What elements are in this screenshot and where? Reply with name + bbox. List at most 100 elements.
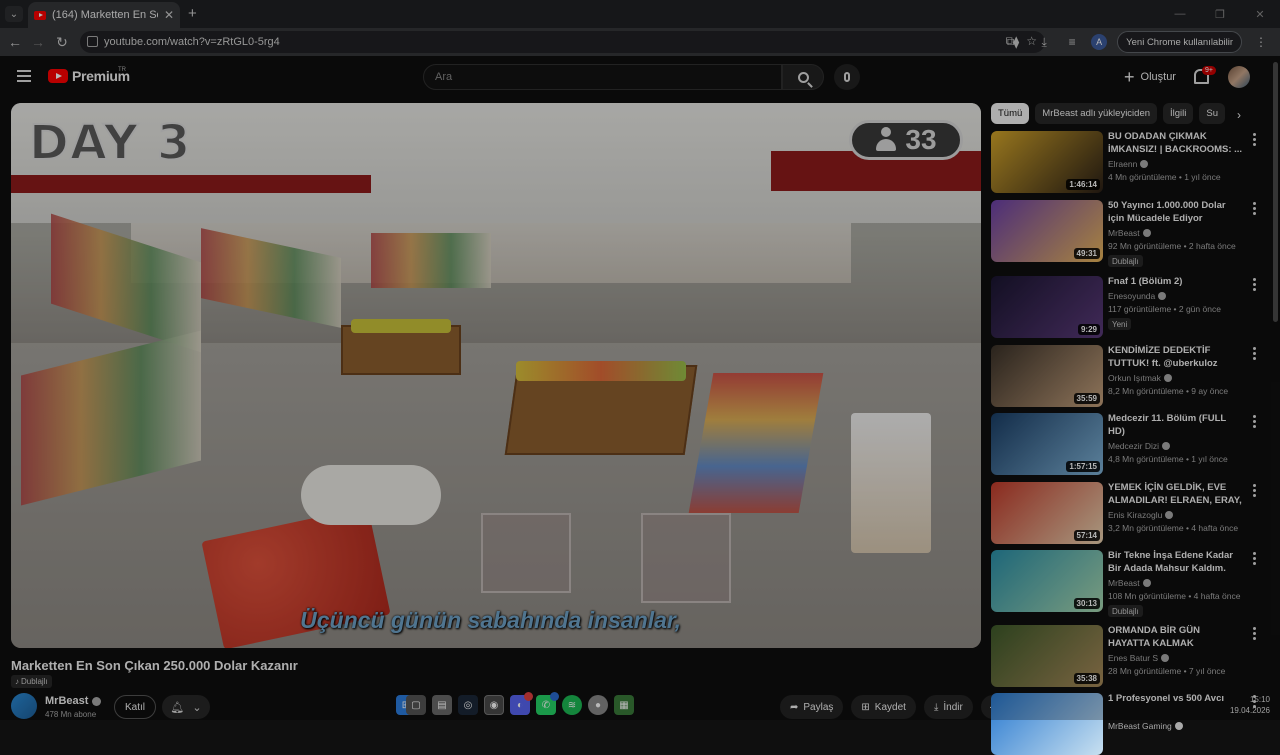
filter-chip[interactable]: Su bbox=[1199, 103, 1226, 124]
site-info-icon[interactable] bbox=[87, 36, 98, 47]
recommendation-title[interactable]: Fnaf 1 (Bölüm 2) bbox=[1108, 276, 1243, 289]
media-control-icon[interactable]: ≡ bbox=[1063, 33, 1081, 51]
recommendation-item[interactable]: 1 Profesyonel vs 500 Avcı MrBeast Gaming bbox=[991, 693, 1266, 755]
save-button[interactable]: ⊞ Kaydet bbox=[851, 695, 916, 719]
channel-label: MrBeast bbox=[1108, 578, 1140, 588]
video-thumbnail[interactable]: 1:57:15 bbox=[991, 413, 1103, 475]
profile-avatar[interactable]: A bbox=[1091, 34, 1108, 50]
video-thumbnail[interactable]: 49:31 bbox=[991, 200, 1103, 262]
recommendation-channel[interactable]: Enis Kirazoglu bbox=[1108, 510, 1174, 520]
discord-icon[interactable]: ◐ bbox=[510, 692, 533, 715]
subscribed-button[interactable]: 🔔︎ ⌄ bbox=[162, 695, 210, 719]
recommendation-channel[interactable]: Orkun Işıtmak bbox=[1108, 373, 1172, 383]
minimize-icon[interactable]: — bbox=[1160, 0, 1200, 28]
channel-avatar[interactable] bbox=[11, 693, 37, 719]
more-options-icon[interactable] bbox=[1251, 278, 1257, 291]
recommendation-item[interactable]: 49:31 50 Yayıncı 1.000.000 Dolar için Müc… bbox=[991, 200, 1266, 267]
extensions-icon[interactable]: ⧫ bbox=[1007, 33, 1025, 51]
channel-label: MrBeast bbox=[1108, 228, 1140, 238]
video-thumbnail[interactable]: 35:59 bbox=[991, 345, 1103, 407]
filter-chip[interactable]: MrBeast adlı yükleyiciden bbox=[1035, 103, 1158, 124]
app-icon[interactable]: ● bbox=[588, 695, 608, 715]
reload-icon[interactable]: ↻ bbox=[51, 31, 73, 53]
store-icon[interactable]: ▤ bbox=[432, 695, 452, 715]
chrome-update-button[interactable]: Yeni Chrome kullanılabilir bbox=[1117, 31, 1242, 53]
chrome-menu-icon[interactable]: ⋮ bbox=[1252, 33, 1270, 51]
maximize-icon[interactable]: ❐ bbox=[1200, 0, 1240, 28]
filter-chip[interactable]: Tümü bbox=[991, 103, 1030, 124]
recommendation-title[interactable]: ORMANDA BİR GÜN HAYATTA KALMAK #DoğayaKa… bbox=[1108, 625, 1243, 650]
more-options-icon[interactable] bbox=[1251, 415, 1257, 428]
system-clock[interactable]: 15:10 19.04.2026 bbox=[1226, 694, 1270, 716]
plus-icon: + bbox=[1124, 67, 1135, 87]
back-icon[interactable]: ← bbox=[4, 31, 26, 53]
recommendation-item[interactable]: 1:46:14 BU ODADAN ÇIKMAK İMKANSIZ! | BACK… bbox=[991, 131, 1266, 193]
downloads-icon[interactable]: ⤓ bbox=[1035, 33, 1053, 51]
more-options-icon[interactable] bbox=[1251, 484, 1257, 497]
youtube-logo[interactable]: Premium TR bbox=[48, 67, 130, 84]
recommendation-channel[interactable]: Enesoyunda bbox=[1108, 291, 1167, 301]
recommendation-channel[interactable]: MrBeast Gaming bbox=[1108, 721, 1183, 731]
video-thumbnail[interactable] bbox=[991, 693, 1103, 755]
recommendation-title[interactable]: Medcezir 11. Bölüm (FULL HD) bbox=[1108, 413, 1243, 438]
recommendation-title[interactable]: YEMEK İÇİN GELDİK, EVE ALMADILAR! ELRAEN… bbox=[1108, 482, 1243, 507]
video-thumbnail[interactable]: 9:29 bbox=[991, 276, 1103, 338]
bell-icon: 🔔︎ bbox=[170, 701, 185, 714]
more-options-icon[interactable] bbox=[1251, 552, 1257, 565]
verified-icon bbox=[1162, 442, 1171, 450]
spotify-icon[interactable]: ≋ bbox=[562, 695, 582, 715]
search-input[interactable]: Ara bbox=[423, 64, 782, 90]
recommendation-item[interactable]: 35:38 ORMANDA BİR GÜN HAYATTA KALMAK #Doğ… bbox=[991, 625, 1266, 687]
video-thumbnail[interactable]: 30:13 bbox=[991, 550, 1103, 612]
recommendation-title[interactable]: Bir Tekne İnşa Edene Kadar Bir Adada Mah… bbox=[1108, 550, 1243, 575]
recommendation-item[interactable]: 35:59 KENDİMİZE DEDEKTİF TUTTUK! ft. @ube… bbox=[991, 345, 1266, 407]
recommendation-title[interactable]: KENDİMİZE DEDEKTİF TUTTUK! ft. @uberkulo… bbox=[1108, 345, 1243, 370]
share-button[interactable]: ➦ Paylaş bbox=[780, 695, 844, 719]
recommendation-channel[interactable]: MrBeast bbox=[1108, 228, 1151, 238]
search-button[interactable] bbox=[782, 64, 824, 90]
verified-icon bbox=[1174, 722, 1183, 730]
recommendation-title[interactable]: 50 Yayıncı 1.000.000 Dolar için Mücadele… bbox=[1108, 200, 1243, 225]
new-tab-icon[interactable]: + bbox=[188, 5, 197, 22]
recommendation-title[interactable]: 1 Profesyonel vs 500 Avcı bbox=[1108, 693, 1243, 706]
join-button[interactable]: Katıl bbox=[114, 695, 156, 719]
browser-tab[interactable]: (164) Marketten En Son Çıkan 2 ✕ bbox=[28, 2, 180, 28]
video-thumbnail[interactable]: 57:14 bbox=[991, 482, 1103, 544]
video-thumbnail[interactable]: 35:38 bbox=[991, 625, 1103, 687]
more-options-icon[interactable] bbox=[1251, 202, 1257, 215]
channel-label: MrBeast Gaming bbox=[1108, 721, 1172, 731]
recommendation-channel[interactable]: MrBeast bbox=[1108, 578, 1151, 588]
chevron-right-icon[interactable]: › bbox=[1237, 108, 1241, 122]
filter-chip[interactable]: İlgili bbox=[1163, 103, 1194, 124]
more-options-icon[interactable] bbox=[1251, 347, 1257, 360]
steam-icon[interactable]: ◎ bbox=[458, 695, 478, 715]
download-button[interactable]: ⤓ İndir bbox=[923, 695, 973, 719]
recommendation-item[interactable]: 1:57:15 Medcezir 11. Bölüm (FULL HD) Medce… bbox=[991, 413, 1266, 475]
recommendation-channel[interactable]: Elraenn bbox=[1108, 159, 1149, 169]
forward-icon[interactable]: → bbox=[27, 31, 49, 53]
recommendation-title[interactable]: BU ODADAN ÇIKMAK İMKANSIZ! | BACKROOMS: … bbox=[1108, 131, 1243, 156]
task-view-icon[interactable]: ▢ bbox=[406, 695, 426, 715]
recommendation-item[interactable]: 57:14 YEMEK İÇİN GELDİK, EVE ALMADILAR! E… bbox=[991, 482, 1266, 544]
recommendation-channel[interactable]: Medcezir Dizi bbox=[1108, 441, 1171, 451]
chrome-icon[interactable]: ◉ bbox=[484, 695, 504, 715]
close-window-icon[interactable]: ✕ bbox=[1240, 0, 1280, 28]
scrollbar-thumb[interactable] bbox=[1273, 62, 1278, 322]
recommendation-item[interactable]: 9:29 Fnaf 1 (Bölüm 2) Enesoyunda 117 görünt… bbox=[991, 276, 1266, 338]
whatsapp-icon[interactable]: ✆ bbox=[536, 692, 559, 715]
video-player[interactable]: DAY 3 33 Üçüncü günün sabahında insanlar… bbox=[11, 103, 981, 648]
minecraft-icon[interactable]: ▦ bbox=[614, 695, 634, 715]
account-avatar[interactable] bbox=[1228, 66, 1250, 88]
more-options-icon[interactable] bbox=[1251, 627, 1257, 640]
create-button[interactable]: + Oluştur bbox=[1120, 65, 1180, 89]
video-thumbnail[interactable]: 1:46:14 bbox=[991, 131, 1103, 193]
address-bar[interactable]: youtube.com/watch?v=zRtGL0-5rg4 ⧉ ☆ bbox=[80, 31, 1045, 53]
channel-name-row[interactable]: MrBeast bbox=[45, 695, 102, 707]
tab-close-icon[interactable]: ✕ bbox=[164, 8, 174, 22]
recommendation-channel[interactable]: Enes Batur S bbox=[1108, 653, 1170, 663]
tab-search-icon[interactable]: ⌄ bbox=[5, 6, 23, 22]
menu-icon[interactable] bbox=[17, 70, 31, 82]
voice-search-button[interactable] bbox=[834, 64, 860, 90]
recommendation-item[interactable]: 30:13 Bir Tekne İnşa Edene Kadar Bir Adad… bbox=[991, 550, 1266, 617]
more-options-icon[interactable] bbox=[1251, 133, 1257, 146]
